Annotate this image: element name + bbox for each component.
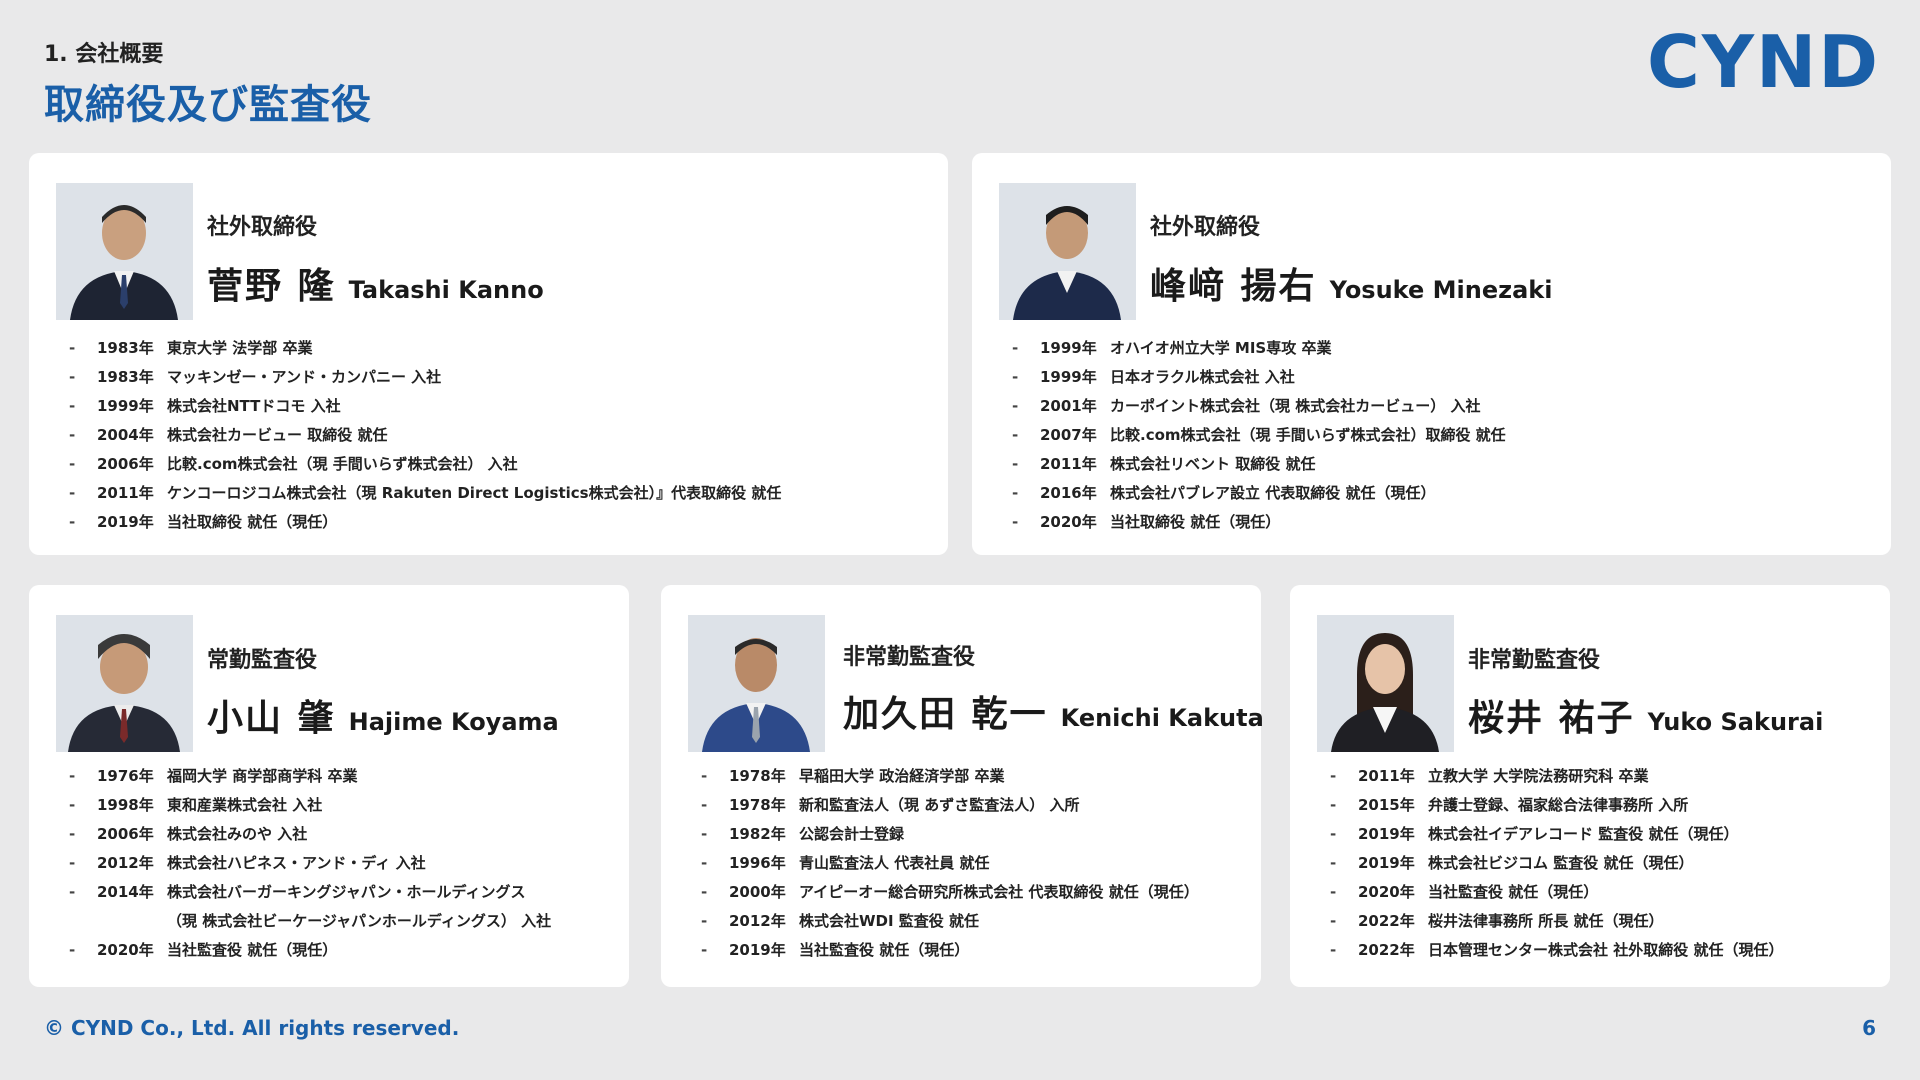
career-list: -2011年 立教大学 大学院法務研究科 卒業 -2015年 弁護士登録、福家総合法…: [1330, 761, 1783, 964]
person-name: 桜井 祐子 Yuko Sakurai: [1468, 689, 1823, 741]
career-item: -1983年 マッキンゼー・アンド・カンパニー 入社: [69, 367, 442, 387]
career-item: -1999年 株式会社NTTドコモ 入社: [69, 396, 341, 416]
name-english: Hajime Koyama: [348, 708, 559, 736]
portrait-photo: [1317, 615, 1454, 752]
career-item: -1982年 公認会計士登録: [701, 824, 905, 844]
role-title: 社外取締役: [1150, 215, 1261, 240]
career-list: -1983年 東京大学 法学部 卒業 -1983年 マッキンゼー・アンド・カンパニー…: [69, 333, 781, 536]
portrait-photo: [56, 615, 193, 752]
auditor-card-kakuta: 非常勤監査役 加久田 乾一 Kenichi Kakuta -1978年 早稲田大学…: [661, 585, 1264, 987]
name-english: Takashi Kanno: [348, 276, 544, 304]
role-title: 非常勤監査役: [843, 645, 976, 670]
career-item: -2001年 カーポイント株式会社（現 株式会社カービュー） 入社: [1012, 396, 1481, 416]
name-japanese: 小山 肇: [207, 698, 336, 739]
career-list: -1999年 オハイオ州立大学 MIS専攻 卒業 -1999年 日本オラクル株式会社…: [1012, 333, 1506, 536]
copyright-notice: © CYND Co., Ltd. All rights reserved.: [44, 1016, 460, 1040]
name-japanese: 峰﨑 揚右: [1150, 266, 1317, 307]
person-name: 菅野 隆 Takashi Kanno: [207, 257, 544, 309]
career-item: -2020年 当社取締役 就任（現任）: [1012, 512, 1281, 532]
name-english: Kenichi Kakuta: [1060, 704, 1264, 732]
career-item: -1978年 新和監査法人（現 あずさ監査法人） 入所: [701, 795, 1080, 815]
career-item: -2019年 株式会社イデアレコード 監査役 就任（現任）: [1330, 824, 1739, 844]
career-item: -2016年 株式会社パブレア設立 代表取締役 就任（現任）: [1012, 483, 1436, 503]
career-item: -2012年 株式会社WDI 監査役 就任: [701, 911, 980, 931]
career-item: -2020年 当社監査役 就任（現任）: [69, 940, 338, 960]
career-item: -2011年 株式会社リベント 取締役 就任: [1012, 454, 1316, 474]
career-item: -2006年 株式会社みのや 入社: [69, 824, 308, 844]
role-title: 非常勤監査役: [1468, 648, 1601, 673]
person-name: 加久田 乾一 Kenichi Kakuta: [843, 685, 1264, 737]
section-label: 1. 会社概要: [44, 42, 164, 67]
career-item: -2004年 株式会社カービュー 取締役 就任: [69, 425, 388, 445]
cynd-logo: CYND: [1647, 20, 1880, 104]
career-list: -1976年 福岡大学 商学部商学科 卒業 -1998年 東和産業株式会社 入社 -…: [69, 761, 551, 964]
career-item: -2011年 立教大学 大学院法務研究科 卒業: [1330, 766, 1649, 786]
career-item: -2019年 当社取締役 就任（現任）: [69, 512, 338, 532]
auditor-card-koyama: 常勤監査役 小山 肇 Hajime Koyama -1976年 福岡大学 商学部商…: [29, 585, 629, 987]
page-title: 取締役及び監査役: [44, 82, 372, 128]
person-name: 峰﨑 揚右 Yosuke Minezaki: [1150, 257, 1552, 309]
career-item: -1998年 東和産業株式会社 入社: [69, 795, 323, 815]
name-english: Yuko Sakurai: [1647, 708, 1824, 736]
career-item: -2006年 比較.com株式会社（現 手間いらず株式会社） 入社: [69, 454, 518, 474]
name-japanese: 菅野 隆: [207, 266, 336, 307]
career-item: -2011年 ケンコーロジコム株式会社（現 Rakuten Direct Logi…: [69, 483, 782, 503]
name-japanese: 加久田 乾一: [843, 694, 1048, 735]
career-item: -1978年 早稲田大学 政治経済学部 卒業: [701, 766, 1005, 786]
career-item: -2014年 株式会社バーガーキングジャパン・ホールディングス: [69, 882, 526, 902]
career-item: -1976年 福岡大学 商学部商学科 卒業: [69, 766, 358, 786]
auditor-card-sakurai: 非常勤監査役 桜井 祐子 Yuko Sakurai -2011年 立教大学 大学院…: [1290, 585, 1890, 987]
career-item: -2022年 日本管理センター株式会社 社外取締役 就任（現任）: [1330, 940, 1784, 960]
career-item: -2000年 アイピーオー総合研究所株式会社 代表取締役 就任（現任）: [701, 882, 1199, 902]
career-item: -2007年 比較.com株式会社（現 手間いらず株式会社）取締役 就任: [1012, 425, 1506, 445]
career-item: -2022年 桜井法律事務所 所長 就任（現任）: [1330, 911, 1664, 931]
career-item: -1996年 青山監査法人 代表社員 就任: [701, 853, 990, 873]
career-item: -1999年 オハイオ州立大学 MIS専攻 卒業: [1012, 338, 1332, 358]
career-list: -1978年 早稲田大学 政治経済学部 卒業 -1978年 新和監査法人（現 あずさ…: [701, 761, 1199, 964]
role-title: 常勤監査役: [207, 648, 318, 673]
portrait-photo: [688, 615, 825, 752]
career-item: -1999年 日本オラクル株式会社 入社: [1012, 367, 1295, 387]
portrait-photo: [999, 183, 1136, 320]
director-card-minezaki: 社外取締役 峰﨑 揚右 Yosuke Minezaki -1999年 オハイオ州立…: [972, 153, 1891, 555]
role-title: 社外取締役: [207, 215, 318, 240]
career-item: -2012年 株式会社ハピネス・アンド・ディ 入社: [69, 853, 426, 873]
career-item: -2019年 当社監査役 就任（現任）: [701, 940, 970, 960]
career-item: -2019年 株式会社ビジコム 監査役 就任（現任）: [1330, 853, 1694, 873]
career-item: -1983年 東京大学 法学部 卒業: [69, 338, 313, 358]
person-name: 小山 肇 Hajime Koyama: [207, 689, 559, 741]
name-english: Yosuke Minezaki: [1329, 276, 1553, 304]
career-item: -2015年 弁護士登録、福家総合法律事務所 入所: [1330, 795, 1689, 815]
name-japanese: 桜井 祐子: [1468, 698, 1635, 739]
career-item: -2020年 当社監査役 就任（現任）: [1330, 882, 1599, 902]
page-number: 6: [1862, 1016, 1876, 1040]
career-item-continued: -（現 株式会社ビーケージャパンホールディングス） 入社: [167, 912, 552, 930]
director-card-kanno: 社外取締役 菅野 隆 Takashi Kanno -1983年 東京大学 法学部 …: [29, 153, 948, 555]
portrait-photo: [56, 183, 193, 320]
